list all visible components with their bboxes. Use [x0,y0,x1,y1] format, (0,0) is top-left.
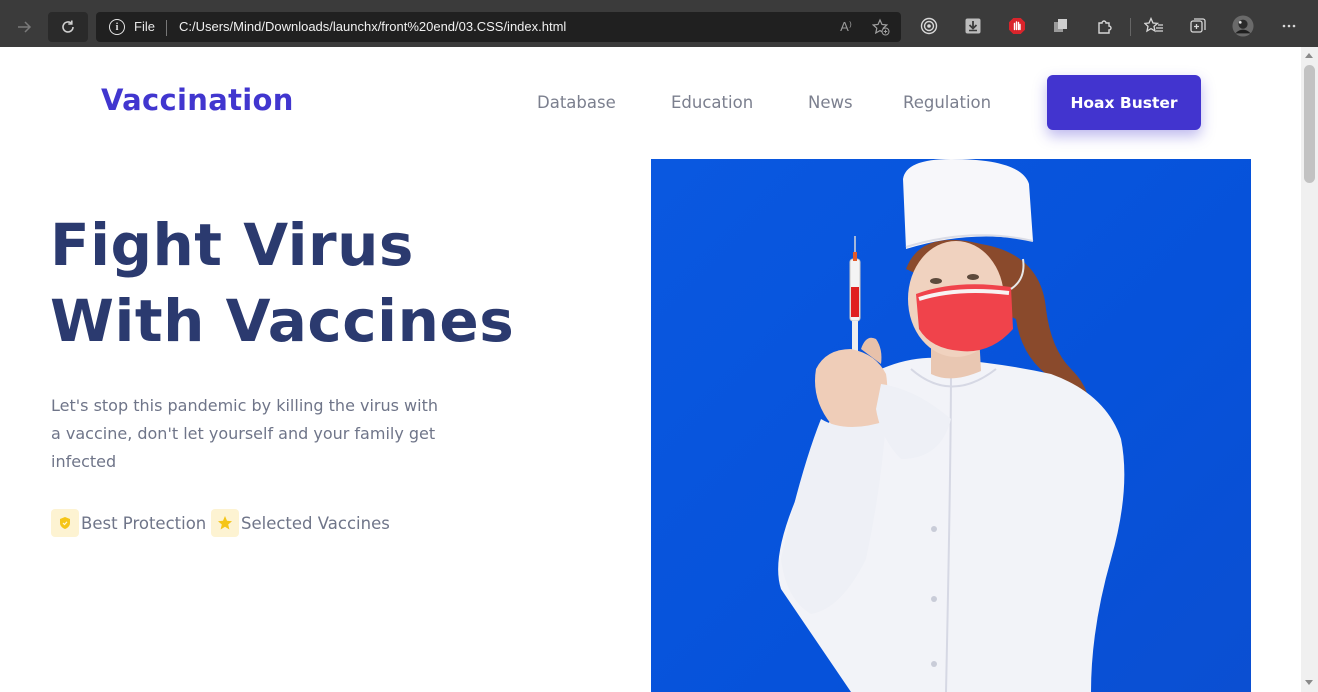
back-arrow-icon[interactable] [4,12,44,42]
nurse-with-syringe-photo [651,159,1251,692]
shield-icon [51,509,79,537]
feature-selected-vaccines: Selected Vaccines [211,509,390,537]
hero-description: Let's stop this pandemic by killing the … [51,396,438,471]
toolbar-separator [1130,18,1131,36]
profile-avatar[interactable] [1232,15,1254,37]
hero-title-line-2: With Vaccines [50,287,515,355]
web-page: Vaccination Database Education News Regu… [0,47,1301,692]
nav-link-news[interactable]: News [808,93,853,112]
hoax-buster-button[interactable]: Hoax Buster [1047,75,1201,130]
favorites-icon[interactable] [1143,15,1165,37]
download-icon[interactable] [962,15,984,37]
feature-label: Selected Vaccines [241,513,390,533]
address-bar[interactable]: i File C:/Users/Mind/Downloads/launchx/f… [96,12,901,42]
tracking-prevention-icon[interactable] [918,15,940,37]
url-text[interactable]: C:/Users/Mind/Downloads/launchx/front%20… [179,19,566,34]
hero-title-line-1: Fight Virus [50,211,414,279]
nav-link-database[interactable]: Database [537,93,616,112]
address-separator [166,20,167,36]
info-icon[interactable]: i [109,19,125,35]
hero-title: Fight Virus With Vaccines [50,207,610,359]
extensions-icon[interactable] [1094,15,1116,37]
reload-icon[interactable] [48,12,88,42]
read-aloud-icon[interactable]: A⁾ [836,17,856,37]
nav-link-regulation[interactable]: Regulation [903,93,991,112]
protocol-label: File [134,19,155,34]
adblock-icon[interactable] [1006,15,1028,37]
nav-link-education[interactable]: Education [671,93,753,112]
add-favorite-icon[interactable] [871,17,891,37]
extension-sync-icon[interactable] [1050,15,1072,37]
star-icon [211,509,239,537]
feature-best-protection: Best Protection [51,509,206,537]
scroll-down-arrow-icon[interactable] [1305,680,1313,685]
browser-toolbar: i File C:/Users/Mind/Downloads/launchx/f… [0,0,1318,47]
feature-label: Best Protection [81,513,207,533]
more-menu-icon[interactable] [1278,15,1300,37]
vertical-scrollbar[interactable] [1301,47,1318,692]
brand-logo[interactable]: Vaccination [101,83,294,117]
scrollbar-thumb[interactable] [1304,65,1315,183]
scroll-up-arrow-icon[interactable] [1305,53,1313,58]
collections-icon[interactable] [1187,15,1209,37]
